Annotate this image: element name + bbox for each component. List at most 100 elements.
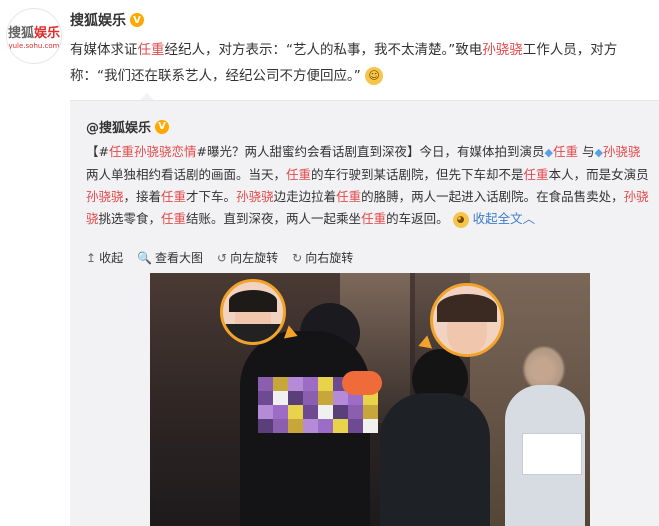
topic-link[interactable]: 任重 <box>336 189 361 204</box>
hashtag-link[interactable]: 任重孙骁骁恋情 <box>109 144 197 159</box>
mosaic-tile <box>318 377 333 391</box>
hair-drawing <box>436 293 498 322</box>
text-seg: 结账。直到深夜，两人一起乘坐 <box>186 211 362 226</box>
text-seg: 的车行驶到某话剧院，但先下车却不是 <box>311 167 524 182</box>
collapse-label[interactable]: 收起 <box>99 249 123 266</box>
mosaic-tile <box>273 377 288 391</box>
collapse-icon: ↥ <box>86 250 97 265</box>
mosaic-tile <box>258 377 273 391</box>
rotate-right-label[interactable]: 向右旋转 <box>305 249 353 266</box>
male-face-inset <box>220 279 286 345</box>
repost-card: @搜狐娱乐 V 【#任重孙骁骁恋情#曝光？两人甜蜜约会看话剧直到深夜】今日，有媒… <box>70 100 659 526</box>
text-seg: ，接着 <box>123 189 162 204</box>
diamond-icon: ◆ <box>544 146 553 159</box>
topic-link[interactable]: 任重 <box>286 167 311 182</box>
text-seg: 的车返回。 <box>386 211 449 226</box>
mosaic-tile <box>333 419 348 433</box>
mosaic-tile <box>363 405 378 419</box>
smirk-emoji-icon: ☺ <box>365 67 384 85</box>
mosaic-tile <box>363 419 378 433</box>
mosaic-tile <box>303 405 318 419</box>
view-large-label[interactable]: 查看大图 <box>155 249 203 266</box>
topic-link[interactable]: 孙骁骁 <box>482 42 523 58</box>
mosaic-tile <box>288 377 303 391</box>
post-text-seg: 称：“我们还在联系艺人，经纪公司不方便回应。” <box>70 68 361 84</box>
chevron-up-icon: ︿ <box>522 211 536 226</box>
mosaic-tile <box>348 419 363 433</box>
text-seg: 两人单独相约看话剧的画面。当天， <box>86 167 287 182</box>
text-seg: 与 <box>577 144 595 159</box>
text-seg: #曝光？两人甜蜜约会看话剧直到深夜】今日，有媒体拍到演员 <box>196 144 545 159</box>
text-seg: 本人，而是女演员 <box>548 167 649 182</box>
female-face-inset <box>430 283 504 357</box>
text-seg: 【# <box>86 144 109 159</box>
logo-text-yule: 娱乐 <box>34 26 61 41</box>
mosaic-tile <box>303 419 318 433</box>
author-avatar[interactable]: 搜狐娱乐 yule.sohu.com <box>6 8 62 64</box>
topic-link[interactable]: 任重 <box>361 211 386 226</box>
mosaic-tile <box>258 391 273 405</box>
text-seg: 的胳膊，两人一起进入话剧院。在食品售卖处， <box>361 189 624 204</box>
author-name-text[interactable]: 搜狐娱乐 <box>70 10 126 30</box>
shy-emoji-icon: ◕ <box>452 211 469 228</box>
post-text: 有媒体求证任重经纪人，对方表示：“艺人的私事，我不太清楚。”致电孙骁骁工作人员，… <box>70 37 650 89</box>
logo-domain: yule.sohu.com <box>8 42 60 50</box>
mosaic-tile <box>318 419 333 433</box>
photo-person-female <box>380 393 490 526</box>
mosaic-tile <box>258 405 273 419</box>
text-seg: 挑选零食， <box>98 211 162 226</box>
repost-caret <box>140 93 154 100</box>
rotate-left-icon: ↺ <box>217 250 228 265</box>
logo-text-sohu: 搜狐 <box>7 26 34 41</box>
mosaic-tile <box>318 391 333 405</box>
mention-link[interactable]: 孙骁骁 <box>603 144 641 159</box>
photo-sign-card <box>522 433 582 475</box>
mosaic-tile <box>303 391 318 405</box>
rotate-right-button[interactable]: ↻ 向右旋转 <box>292 249 353 266</box>
topic-link[interactable]: 任重 <box>524 167 549 182</box>
mosaic-tile <box>288 405 303 419</box>
collapse-text-label[interactable]: 收起全文 <box>473 211 523 226</box>
mosaic-tile <box>348 405 363 419</box>
topic-link[interactable]: 任重 <box>138 42 165 58</box>
face-drawing <box>436 293 498 354</box>
author-name[interactable]: 搜狐娱乐 V <box>70 10 144 30</box>
text-seg: 才下车。 <box>186 189 237 204</box>
repost-author[interactable]: @搜狐娱乐 V <box>86 117 170 136</box>
repost-text: 【#任重孙骁骁恋情#曝光？两人甜蜜约会看话剧直到深夜】今日，有媒体拍到演员◆任重… <box>86 141 654 230</box>
topic-link[interactable]: 孙骁骁 <box>86 189 124 204</box>
image-actions: ↥ 收起 🔍 查看大图 ↺ 向左旋转 ↻ 向右旋转 <box>86 249 353 266</box>
mosaic-tile <box>273 405 288 419</box>
mosaic-tile <box>273 419 288 433</box>
rotate-left-label[interactable]: 向左旋转 <box>230 249 278 266</box>
sohu-logo: 搜狐娱乐 <box>8 22 60 41</box>
post-text-seg: 有媒体求证 <box>70 42 138 58</box>
mosaic-tile <box>288 391 303 405</box>
mosaic-tile <box>303 377 318 391</box>
verified-icon: V <box>130 13 144 27</box>
topic-link[interactable]: 任重 <box>161 189 186 204</box>
collapse-button[interactable]: ↥ 收起 <box>86 249 123 266</box>
mosaic-tile <box>333 405 348 419</box>
topic-link[interactable]: 任重 <box>161 211 186 226</box>
rotate-left-button[interactable]: ↺ 向左旋转 <box>217 249 278 266</box>
text-seg: 边走边拉着 <box>273 189 337 204</box>
mosaic-censor-orange <box>342 371 382 395</box>
mosaic-tile <box>318 405 333 419</box>
collapse-text-link[interactable]: 收起全文︿ <box>473 211 536 226</box>
post-text-seg: 经纪人，对方表示：“艺人的私事，我不太清楚。”致电 <box>164 42 483 58</box>
mosaic-tile <box>258 419 273 433</box>
mention-link[interactable]: 任重 <box>553 144 578 159</box>
shirt-drawing <box>223 324 283 342</box>
diamond-icon: ◆ <box>594 146 603 159</box>
hair-drawing <box>229 290 277 312</box>
blurred-face <box>527 355 557 385</box>
post-photo[interactable] <box>150 273 590 526</box>
post-text-seg: 工作人员，对方 <box>522 42 618 58</box>
verified-icon: V <box>155 119 170 134</box>
topic-link[interactable]: 孙骁骁 <box>236 189 274 204</box>
rotate-right-icon: ↻ <box>292 250 303 265</box>
repost-author-name[interactable]: @搜狐娱乐 <box>86 117 151 136</box>
view-large-button[interactable]: 🔍 查看大图 <box>137 249 203 266</box>
mosaic-tile <box>333 391 348 405</box>
